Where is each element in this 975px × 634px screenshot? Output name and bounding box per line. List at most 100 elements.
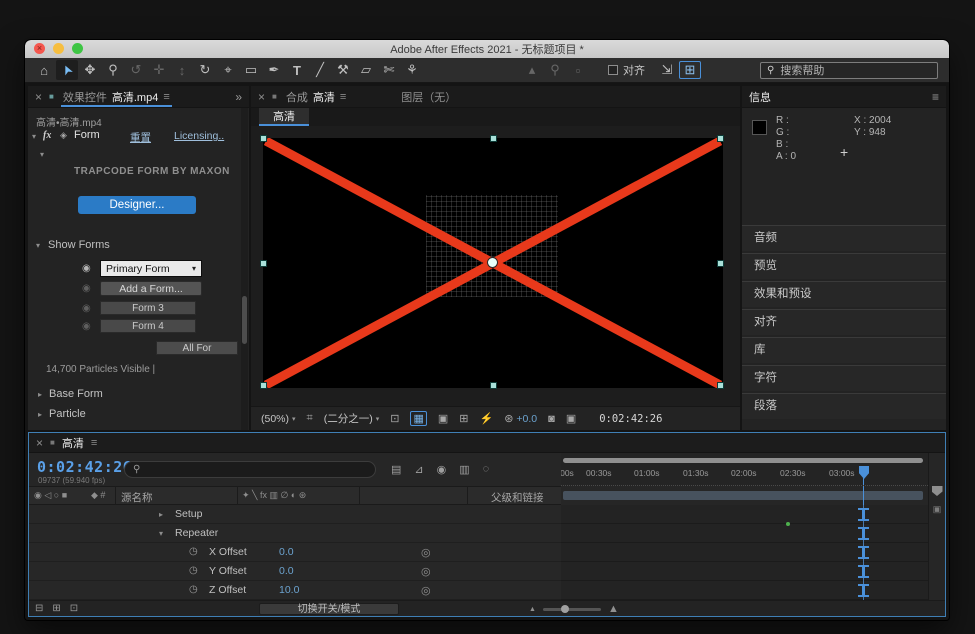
- group-label[interactable]: Repeater: [175, 527, 218, 539]
- tab-overflow-icon[interactable]: »: [235, 90, 242, 104]
- timeline-search-field[interactable]: ⚲: [124, 461, 376, 478]
- add-a-form-button[interactable]: Add a Form...: [100, 281, 202, 296]
- property-value[interactable]: 0.0: [279, 546, 294, 558]
- property-value[interactable]: 10.0: [279, 584, 299, 596]
- zoom-tool-icon[interactable]: ⚲: [102, 60, 124, 80]
- clone-stamp-tool-icon[interactable]: ⚒: [332, 60, 354, 80]
- expand-in-out-panes-icon[interactable]: ⊡: [70, 603, 78, 614]
- composition-frame[interactable]: [263, 138, 723, 388]
- time-navigator-bar[interactable]: [563, 458, 923, 463]
- type-tool-icon[interactable]: T: [286, 60, 308, 80]
- safe-areas-icon[interactable]: ⌗: [307, 412, 313, 425]
- twirl-icon[interactable]: ▸: [159, 510, 163, 519]
- transparency-grid-icon[interactable]: ▦: [410, 411, 426, 426]
- tab-effect-controls[interactable]: 效果控件 高清.mp4 ≡: [61, 86, 172, 107]
- property-value[interactable]: 0.0: [279, 565, 294, 577]
- tab-layer[interactable]: 图层（无）: [401, 89, 456, 105]
- snapshot-icon[interactable]: ◙: [548, 413, 555, 425]
- dolly-camera-tool-icon[interactable]: ↕: [171, 60, 193, 80]
- reset-link[interactable]: 重置: [130, 130, 151, 145]
- parent-link-column[interactable]: 父级和链接: [491, 490, 544, 505]
- licensing-link[interactable]: Licensing..: [174, 130, 224, 142]
- stopwatch-icon[interactable]: ◷: [189, 584, 198, 595]
- time-ruler[interactable]: 0:00s 00:30s 01:00s 01:30s 02:00s 02:30s…: [561, 453, 928, 486]
- eraser-tool-icon[interactable]: ▱: [355, 60, 377, 80]
- fx-badge-icon[interactable]: fx: [43, 130, 51, 141]
- property-label[interactable]: Z Offset: [209, 584, 246, 596]
- form-3-item[interactable]: Form 3: [100, 301, 196, 315]
- panel-lock-icon[interactable]: ■: [50, 438, 55, 447]
- panel-header-effects-presets[interactable]: 效果和预设: [742, 281, 946, 307]
- expand-layer-switches-icon[interactable]: ⊟: [35, 603, 43, 614]
- all-forms-button[interactable]: All For: [156, 341, 238, 355]
- selection-handle[interactable]: [490, 382, 497, 389]
- draft-3d-icon[interactable]: ⊿: [414, 463, 423, 476]
- options-twirl-icon[interactable]: ▾: [40, 150, 44, 159]
- pickwhip-icon[interactable]: ◎: [421, 565, 431, 578]
- panel-header-audio[interactable]: 音频: [742, 225, 946, 251]
- preview-timecode[interactable]: 0:02:42:26: [599, 413, 662, 425]
- mask-visibility-icon[interactable]: ⊡: [390, 412, 399, 425]
- close-panel-icon[interactable]: ×: [258, 90, 265, 104]
- work-area-bar[interactable]: [563, 491, 923, 500]
- zoom-out-mountain-icon[interactable]: ▲: [529, 606, 536, 613]
- motion-blur-icon[interactable]: ◌: [483, 463, 490, 476]
- effect-twirl-icon[interactable]: ▾: [32, 132, 36, 141]
- minimize-window-button[interactable]: [53, 43, 64, 54]
- panel-menu-icon[interactable]: ≡: [932, 90, 939, 104]
- tab-composition[interactable]: 合成 高清 ≡: [284, 86, 348, 107]
- fast-previews-icon[interactable]: ⚡: [480, 412, 494, 425]
- vertical-scrollbar[interactable]: [241, 108, 248, 430]
- composition-viewport[interactable]: [251, 126, 740, 406]
- brush-tool-icon[interactable]: ╱: [309, 60, 331, 80]
- property-label[interactable]: X Offset: [209, 546, 247, 558]
- snap-grid-icon[interactable]: ⊞: [679, 61, 701, 79]
- property-label[interactable]: Y Offset: [209, 565, 247, 577]
- puppet-pin-tool-icon[interactable]: ⚘: [401, 60, 423, 80]
- shared-view-icon[interactable]: ⇲: [656, 60, 678, 80]
- selection-handle[interactable]: [260, 260, 267, 267]
- group-label[interactable]: Setup: [175, 508, 202, 520]
- eye-icon[interactable]: ◉: [82, 263, 91, 274]
- toggle-switches-modes-button[interactable]: 切换开关/模式: [259, 603, 399, 615]
- panel-header-libraries[interactable]: 库: [742, 337, 946, 363]
- close-panel-icon[interactable]: ×: [35, 90, 42, 104]
- region-of-interest-icon[interactable]: ▣: [438, 412, 448, 425]
- frame-blending-icon[interactable]: ▥: [459, 463, 469, 476]
- selection-handle[interactable]: [717, 135, 724, 142]
- magnification-select[interactable]: (50%) ▾: [261, 413, 296, 425]
- tab-info[interactable]: 信息: [749, 89, 771, 105]
- comp-marker-bin-icon[interactable]: [932, 486, 943, 496]
- form-4-item[interactable]: Form 4: [100, 319, 196, 333]
- rectangle-tool-icon[interactable]: ▭: [240, 60, 262, 80]
- tab-timeline[interactable]: 高清: [62, 435, 84, 451]
- help-search-field[interactable]: ⚲ 搜索帮助: [760, 62, 938, 79]
- expand-transfer-controls-icon[interactable]: ⊞: [52, 603, 60, 614]
- form-visibility-eye-icon[interactable]: ◉: [82, 303, 91, 314]
- current-timecode[interactable]: 0:02:42:26: [37, 458, 132, 476]
- selection-tool-icon[interactable]: ➤: [56, 60, 78, 80]
- pickwhip-icon[interactable]: ◎: [421, 584, 431, 597]
- resolution-select[interactable]: (二分之一) ▾: [324, 411, 380, 426]
- hide-shy-layers-icon[interactable]: ◉: [437, 463, 447, 476]
- align-checkbox[interactable]: [608, 65, 618, 75]
- viewer-tab[interactable]: 高清: [259, 108, 309, 126]
- panel-lock-icon[interactable]: ■: [272, 92, 277, 101]
- pickwhip-icon[interactable]: ◎: [421, 546, 431, 559]
- shape-options-icon[interactable]: ▫: [567, 60, 589, 80]
- panel-header-align[interactable]: 对齐: [742, 309, 946, 335]
- roto-brush-tool-icon[interactable]: ✄: [378, 60, 400, 80]
- pan-camera-tool-icon[interactable]: ✛: [148, 60, 170, 80]
- panel-menu-icon[interactable]: ≡: [340, 91, 346, 103]
- hand-tool-icon[interactable]: ✥: [79, 60, 101, 80]
- playhead[interactable]: [859, 466, 869, 479]
- composition-mini-flowchart-icon[interactable]: ▤: [391, 463, 401, 476]
- panel-menu-icon[interactable]: ≡: [163, 91, 169, 103]
- effect-name[interactable]: Form: [74, 129, 100, 141]
- mask-expansion-icon[interactable]: ▴: [521, 60, 543, 80]
- property-row-x-offset[interactable]: ◷ X Offset 0.0 ◎: [29, 543, 561, 562]
- zoom-slider-thumb[interactable]: [561, 605, 569, 613]
- form-visibility-eye-icon[interactable]: ◉: [82, 283, 91, 294]
- stopwatch-icon[interactable]: ◷: [189, 546, 198, 557]
- panel-header-preview[interactable]: 预览: [742, 253, 946, 279]
